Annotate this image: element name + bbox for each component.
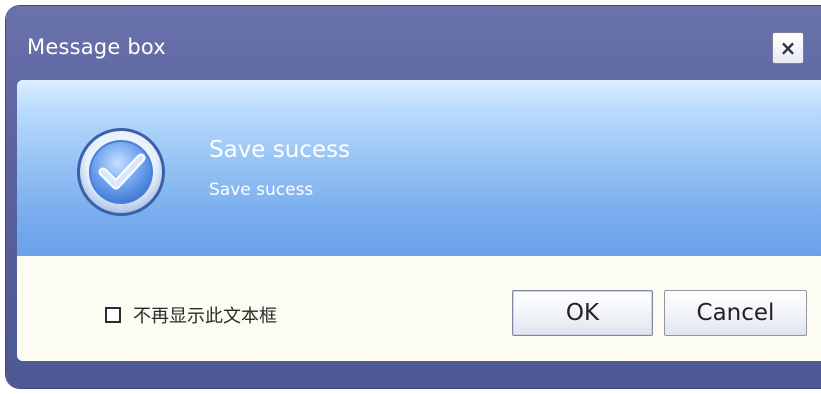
message-banner: Save sucess Save sucess bbox=[17, 80, 821, 256]
close-button[interactable]: × bbox=[772, 32, 804, 64]
dialog-footer: 不再显示此文本框 OK Cancel bbox=[17, 256, 821, 361]
close-icon: × bbox=[779, 36, 797, 60]
dialog-content: Save sucess Save sucess 不再显示此文本框 OK Canc… bbox=[17, 80, 821, 361]
message-body: Save sucess bbox=[209, 180, 314, 200]
dont-show-again-checkbox[interactable] bbox=[105, 307, 121, 323]
window-title: Message box bbox=[27, 35, 166, 59]
title-bar[interactable]: Message box × bbox=[6, 6, 821, 86]
message-title: Save sucess bbox=[209, 137, 351, 163]
message-box-dialog: Message box × Save sucess Save sucess 不再… bbox=[6, 6, 821, 388]
dont-show-again-option[interactable]: 不再显示此文本框 bbox=[105, 302, 277, 328]
ok-button[interactable]: OK bbox=[512, 290, 653, 336]
check-circle-icon bbox=[77, 128, 165, 216]
cancel-button[interactable]: Cancel bbox=[664, 290, 807, 336]
dont-show-again-label: 不再显示此文本框 bbox=[133, 306, 277, 327]
